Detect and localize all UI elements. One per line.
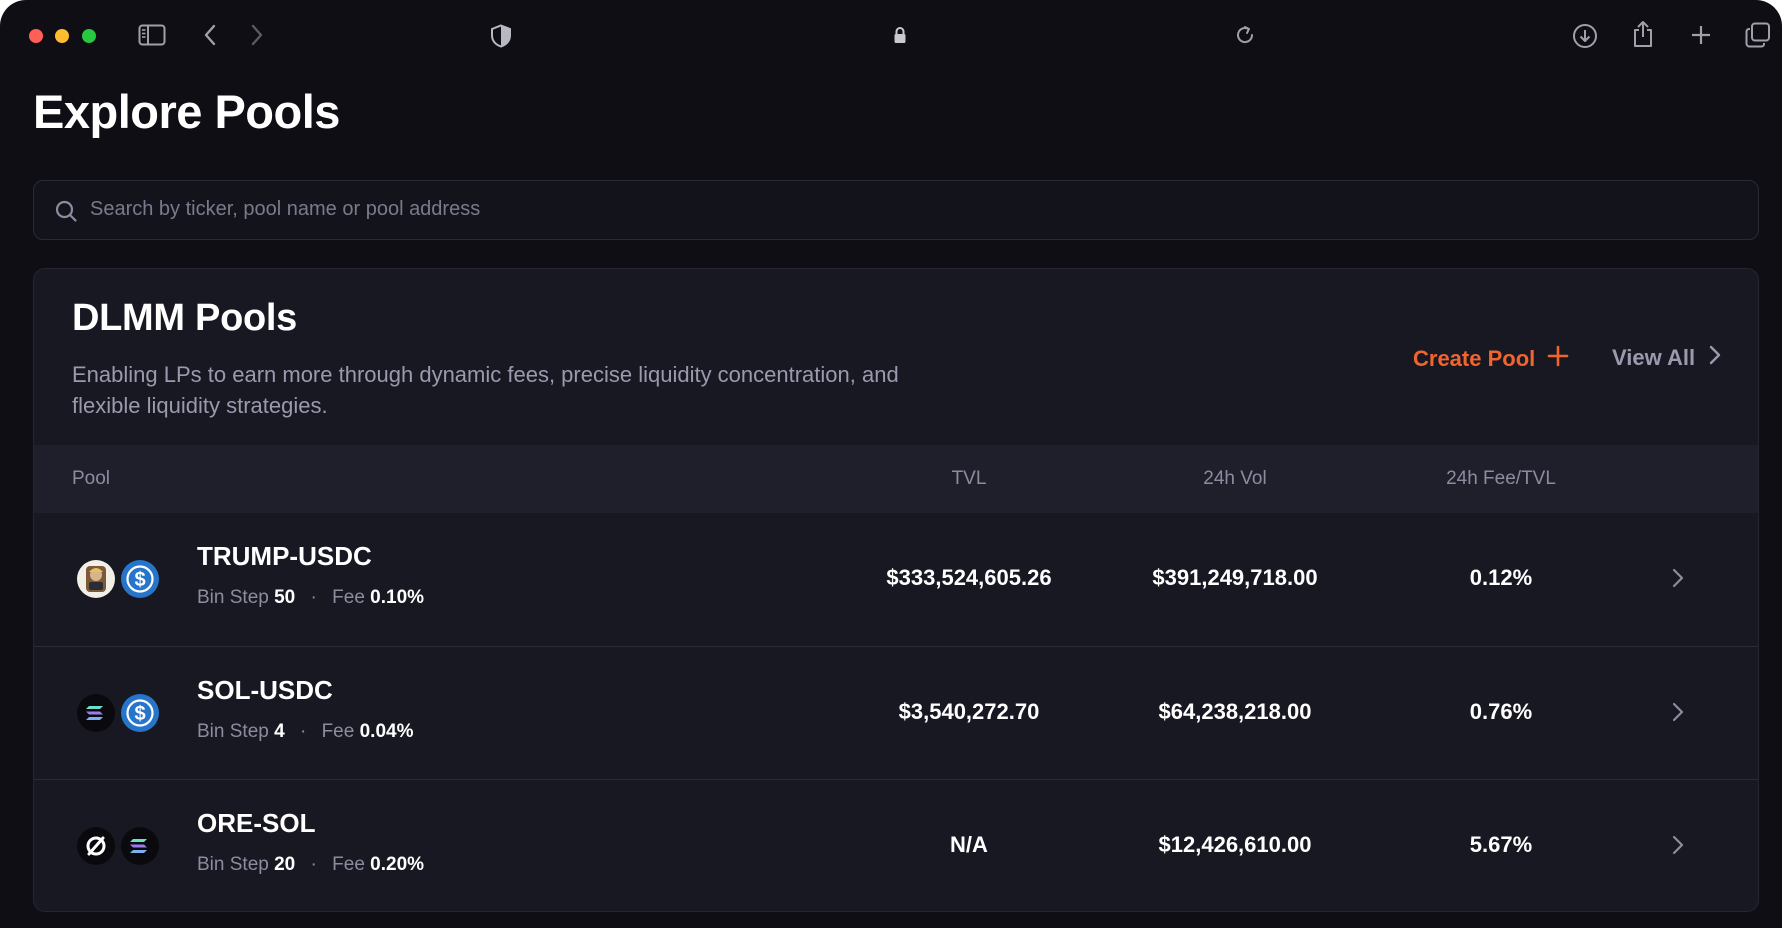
pool-meta: Bin Step 4 · Fee 0.04% — [197, 721, 413, 743]
bin-step-value: 4 — [274, 721, 285, 742]
search-input[interactable] — [90, 181, 1690, 238]
search-icon — [54, 199, 78, 228]
forward-icon[interactable] — [250, 24, 264, 46]
fee-value: 0.10% — [370, 587, 425, 608]
shield-icon[interactable] — [490, 24, 512, 48]
fee-tvl-value: 0.76% — [1469, 699, 1533, 724]
fee-tvl-value: 0.12% — [1469, 565, 1533, 590]
pool-meta: Bin Step 50 · Fee 0.10% — [197, 587, 424, 609]
pool-name: ORE-SOL — [197, 808, 316, 838]
fee-label: Fee — [332, 587, 365, 608]
sol-token-icon — [77, 694, 115, 732]
table-row[interactable]: ORE-SOL Bin Step 20 · Fee 0.20% N/A $12,… — [34, 779, 1758, 911]
minimize-window-button[interactable] — [55, 29, 69, 43]
zoom-window-button[interactable] — [82, 29, 96, 43]
chevron-right-icon[interactable] — [1672, 702, 1684, 727]
column-header-tvl[interactable]: TVL — [849, 445, 1089, 513]
create-pool-button[interactable]: Create Pool — [1413, 345, 1569, 373]
column-header-pool: Pool — [72, 468, 111, 489]
lock-icon — [893, 26, 907, 44]
fee-label: Fee — [321, 721, 355, 742]
table-body: $ TRUMP-USDC Bin Step 50 · Fee 0.10% $33… — [34, 513, 1758, 911]
bin-step-value: 20 — [274, 854, 296, 875]
tvl-value: $3,540,272.70 — [898, 699, 1040, 724]
pool-name: TRUMP-USDC — [197, 541, 372, 571]
usdc-token-icon: $ — [121, 694, 159, 732]
fee-value: 0.20% — [370, 854, 425, 875]
bin-step-label: Bin Step — [197, 854, 269, 875]
browser-toolbar — [0, 0, 1782, 72]
section-description: Enabling LPs to earn more through dynami… — [72, 362, 899, 418]
chevron-right-icon[interactable] — [1672, 835, 1684, 860]
new-tab-icon[interactable] — [1690, 24, 1712, 46]
svg-text:$: $ — [134, 703, 145, 725]
section-title: DLMM Pools — [72, 297, 297, 339]
close-window-button[interactable] — [29, 29, 43, 43]
chevron-right-icon[interactable] — [1672, 568, 1684, 593]
bin-step-label: Bin Step — [197, 587, 269, 608]
share-icon[interactable] — [1631, 20, 1655, 48]
vol-24h-value: $12,426,610.00 — [1158, 832, 1312, 857]
separator-dot: · — [310, 587, 317, 608]
sol-token-icon — [121, 827, 159, 865]
view-all-label: View All — [1612, 345, 1696, 370]
chevron-right-icon — [1709, 345, 1721, 371]
browser-window: Explore Pools DLMM Pools Enabling LPs to… — [0, 0, 1782, 928]
column-header-24h-vol[interactable]: 24h Vol — [1115, 445, 1355, 513]
sidebar-icon[interactable] — [138, 24, 166, 46]
vol-24h-value: $391,249,718.00 — [1152, 565, 1318, 590]
download-icon[interactable] — [1572, 23, 1598, 49]
search-bar[interactable] — [33, 180, 1759, 240]
back-icon[interactable] — [203, 24, 217, 46]
view-all-link[interactable]: View All — [1612, 345, 1721, 371]
separator-dot: · — [310, 854, 317, 875]
separator-dot: · — [299, 721, 307, 742]
table-row[interactable]: $ TRUMP-USDC Bin Step 50 · Fee 0.10% $33… — [34, 513, 1758, 645]
reload-icon[interactable] — [1234, 24, 1256, 46]
plus-icon — [1547, 345, 1569, 373]
fee-value: 0.04% — [359, 721, 414, 742]
fee-tvl-value: 5.67% — [1469, 832, 1533, 857]
tvl-value: $333,524,605.26 — [886, 565, 1052, 590]
svg-text:$: $ — [134, 569, 145, 591]
vol-24h-value: $64,238,218.00 — [1158, 699, 1312, 724]
page-title: Explore Pools — [33, 85, 340, 138]
usdc-token-icon: $ — [121, 560, 159, 598]
dlmm-pools-panel: DLMM Pools Enabling LPs to earn more thr… — [33, 268, 1759, 912]
fee-label: Fee — [332, 854, 365, 875]
table-header: Pool TVL 24h Vol 24h Fee/TVL — [34, 445, 1758, 513]
table-row[interactable]: $ SOL-USDC Bin Step 4 · Fee 0.04% $3,540… — [34, 646, 1758, 778]
tabs-overview-icon[interactable] — [1745, 22, 1771, 48]
column-header-24h-fee-tvl[interactable]: 24h Fee/TVL — [1381, 445, 1621, 513]
bin-step-label: Bin Step — [197, 721, 269, 742]
bin-step-value: 50 — [274, 587, 296, 608]
pool-name: SOL-USDC — [197, 675, 333, 705]
ore-token-icon — [77, 827, 115, 865]
trump-token-icon — [77, 560, 115, 598]
pool-meta: Bin Step 20 · Fee 0.20% — [197, 854, 424, 876]
create-pool-label: Create Pool — [1413, 346, 1536, 371]
tvl-value: N/A — [950, 832, 988, 857]
